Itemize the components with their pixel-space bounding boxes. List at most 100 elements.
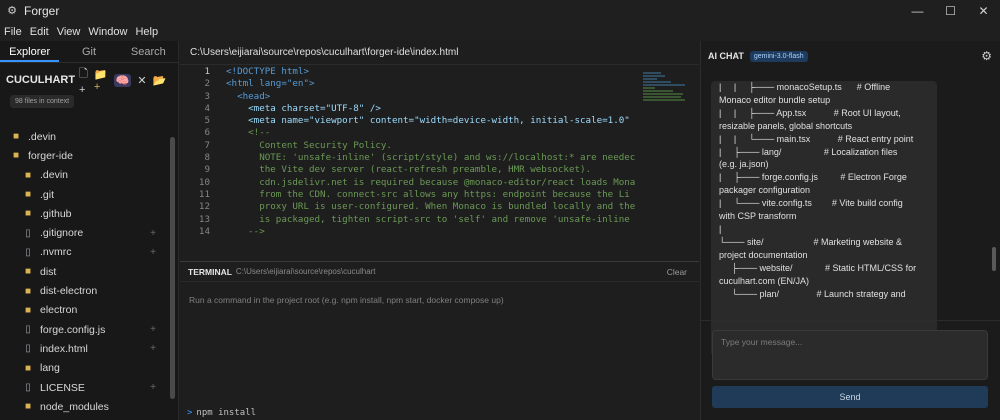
- line-number: 10: [198, 176, 210, 188]
- maximize-button[interactable]: ☐: [934, 0, 967, 22]
- tree-item[interactable]: ■ electron: [0, 301, 168, 320]
- tree-item[interactable]: ■ .git: [0, 185, 168, 204]
- menu-help[interactable]: Help: [135, 26, 158, 38]
- clear-button[interactable]: Clear: [667, 267, 687, 277]
- tree-item-label: .devin: [28, 130, 57, 143]
- add-to-context-icon[interactable]: +: [150, 343, 156, 354]
- tree-item[interactable]: ▯ .nvmrc +: [0, 243, 168, 262]
- sidebar-scrollbar[interactable]: [170, 137, 175, 399]
- tree-item-label: forge.config.js: [40, 323, 106, 336]
- ai-chat-panel: AI CHAT gemini-3.0-flash ⚙ | | ├─── mona…: [700, 41, 1000, 420]
- window-title: Forger: [24, 4, 60, 18]
- code-line: 3 <head>: [180, 91, 699, 103]
- message-line: | | ├─── monacoSetup.ts # Offline: [719, 82, 891, 92]
- minimap[interactable]: [643, 72, 687, 112]
- tree-item-label: .nvmrc: [40, 246, 72, 259]
- line-number: 12: [198, 201, 210, 213]
- add-to-context-icon[interactable]: +: [150, 247, 156, 258]
- line-number: 11: [198, 188, 210, 200]
- gear-icon: ⚙: [7, 5, 17, 17]
- chat-scrollbar[interactable]: [992, 247, 996, 271]
- line-number: 14: [198, 225, 210, 237]
- menu-window[interactable]: Window: [88, 26, 127, 38]
- send-button[interactable]: Send: [712, 386, 988, 408]
- code-line: 5 <meta name="viewport" content="width=d…: [180, 115, 699, 127]
- tree-item-label: dist-electron: [40, 285, 98, 298]
- tree-item-label: electron: [40, 304, 78, 317]
- tree-item-label: .gitignore: [40, 227, 84, 240]
- editor-area: C:\Users\eijiarai\source\repos\cuculhart…: [180, 41, 699, 420]
- code-line: 14 -->: [180, 226, 699, 238]
- terminal-input[interactable]: > npm install: [187, 408, 256, 418]
- tree-item[interactable]: ■ .devin: [0, 166, 168, 185]
- tree-item[interactable]: ▯ forge.config.js +: [0, 320, 168, 339]
- terminal-hint: Run a command in the project root (e.g. …: [189, 295, 504, 305]
- code-line: 11 from the CDN. connect-src allows any …: [180, 189, 699, 201]
- menu-view[interactable]: View: [57, 26, 81, 38]
- code-text: <!--: [226, 127, 271, 139]
- tab-git[interactable]: Git: [59, 41, 118, 62]
- tree-item[interactable]: ▯ index.html +: [0, 339, 168, 358]
- message-input[interactable]: Type your message...: [712, 330, 988, 380]
- tree-item[interactable]: ■ node_modules: [0, 397, 168, 416]
- tree-item[interactable]: ■ .devin: [0, 127, 168, 146]
- tree-item[interactable]: ▯ .gitignore +: [0, 223, 168, 242]
- code-line: 13 is packaged, tighten script-src to 's…: [180, 214, 699, 226]
- folder-icon: ■: [24, 189, 32, 201]
- message-line: cuculhart.com (EN/JA): [719, 275, 810, 286]
- tree-item[interactable]: ■ lang: [0, 359, 168, 378]
- code-text: from the CDN. connect-src allows any htt…: [226, 188, 630, 200]
- project-name: CUCULHART: [6, 74, 76, 86]
- line-number: 3: [204, 90, 210, 102]
- menu-edit[interactable]: Edit: [30, 26, 49, 38]
- gear-icon[interactable]: ⚙: [981, 49, 992, 63]
- close-icon[interactable]: ✕: [137, 74, 146, 87]
- code-text: NOTE: 'unsafe-inline' (script/style) and…: [226, 152, 636, 164]
- tree-item[interactable]: ▯ LICENSE +: [0, 378, 168, 397]
- close-button[interactable]: ✕: [967, 0, 1000, 22]
- add-to-context-icon[interactable]: +: [150, 382, 156, 393]
- brain-icon[interactable]: 🧠: [113, 73, 132, 87]
- message-line: project documentation: [719, 249, 808, 260]
- file-icon: ▯: [25, 343, 31, 355]
- message-line: | ├─── forge.config.js # Electron Forge: [719, 172, 907, 183]
- model-badge[interactable]: gemini-3.0-flash: [749, 50, 808, 62]
- new-file-icon[interactable]: 🗋+: [79, 65, 88, 96]
- code-text: the Vite dev server (react-refresh pream…: [226, 164, 592, 176]
- minimize-button[interactable]: —: [901, 0, 934, 22]
- tab-search[interactable]: Search: [119, 41, 178, 62]
- code-text: -->: [226, 225, 265, 237]
- code-line: 4 <meta charset="UTF-8" />: [180, 103, 699, 115]
- code-text: <!DOCTYPE html>: [226, 66, 309, 77]
- sidebar-tabs: Explorer Git Search: [0, 41, 178, 63]
- code-line: 6 <!--: [180, 127, 699, 139]
- folder-icon: ■: [24, 208, 32, 220]
- tree-item-label: node_modules: [40, 400, 109, 413]
- context-badge: 98 files in context: [10, 95, 75, 108]
- chat-title: AI CHAT: [708, 51, 744, 61]
- tree-item[interactable]: ■ dist: [0, 262, 168, 281]
- tree-item[interactable]: ■ forger-ide: [0, 146, 168, 165]
- tree-item[interactable]: ■ dist-electron: [0, 281, 168, 300]
- message-line: Monaco editor bundle setup: [719, 94, 831, 105]
- terminal-header: TERMINAL C:\Users\eijiarai\source\repos\…: [180, 262, 699, 282]
- tree-item-label: .github: [40, 207, 72, 220]
- folder-icon: ■: [24, 304, 32, 316]
- code-text: Content Security Policy.: [226, 139, 392, 151]
- open-folder-icon[interactable]: 📂: [153, 74, 167, 87]
- code-line: 12 proxy URL is user-configured. When Mo…: [180, 201, 699, 213]
- add-to-context-icon[interactable]: +: [150, 324, 156, 335]
- window-controls: — ☐ ✕: [901, 0, 1000, 22]
- code-line: 10 cdn.jsdelivr.net is required because …: [180, 177, 699, 189]
- file-icon: ▯: [25, 246, 31, 258]
- new-folder-icon[interactable]: 📁+: [94, 68, 108, 93]
- chat-header: AI CHAT gemini-3.0-flash ⚙: [701, 41, 1000, 71]
- tab-explorer[interactable]: Explorer: [0, 41, 60, 62]
- menu-file[interactable]: File: [4, 26, 22, 38]
- add-to-context-icon[interactable]: +: [150, 228, 156, 239]
- message-line: └─── site/ # Marketing website &: [719, 236, 903, 247]
- line-number: 8: [204, 152, 210, 164]
- tree-item[interactable]: ■ .github: [0, 204, 168, 223]
- terminal-panel: TERMINAL C:\Users\eijiarai\source\repos\…: [180, 261, 699, 420]
- file-tree: ■ .devin ■ forger-ide ■ .devin ■ .git ■ .gith…: [0, 127, 168, 416]
